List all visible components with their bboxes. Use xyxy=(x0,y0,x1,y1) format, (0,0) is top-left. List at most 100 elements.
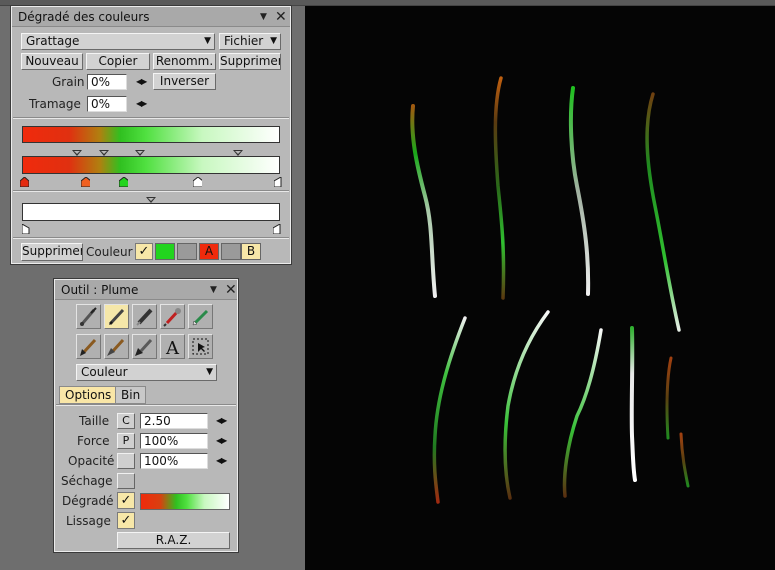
brush-icon xyxy=(80,307,97,326)
halftone-stepper-icon[interactable]: ◀▶ xyxy=(136,99,147,108)
selection-icon xyxy=(192,338,209,355)
gradient-label: Dégradé xyxy=(62,494,114,508)
grain-input[interactable]: 0% xyxy=(87,74,127,90)
opacity-stop-end[interactable] xyxy=(273,224,282,234)
size-stepper-icon[interactable]: ◀▶ xyxy=(216,416,227,425)
rename-button[interactable]: Renomm. xyxy=(153,53,216,70)
tool-panel-titlebar[interactable]: Outil : Plume ▼ ✕ xyxy=(55,280,237,300)
opacity-pressure-button[interactable] xyxy=(117,453,135,469)
text-icon: A xyxy=(165,338,180,359)
chevron-down-icon: ▼ xyxy=(204,36,211,46)
gradient-panel: Dégradé des couleurs ▼ ✕ Grattage ▼ Fich… xyxy=(10,5,292,265)
tab-bin[interactable]: Bin xyxy=(115,386,147,404)
stroke xyxy=(665,356,673,440)
empty-swatch[interactable] xyxy=(177,243,197,260)
opacity-gradient-bar[interactable] xyxy=(22,203,280,221)
drawing-canvas[interactable] xyxy=(305,6,775,570)
delete-stop-button[interactable]: Supprimer xyxy=(21,243,83,261)
brush-tool[interactable] xyxy=(76,304,101,329)
gradient-panel-title: Dégradé des couleurs xyxy=(18,9,150,24)
panel-menu-icon[interactable]: ▼ xyxy=(210,285,217,295)
pencil-icon xyxy=(192,309,209,326)
knife-brush-tool[interactable] xyxy=(132,334,157,359)
tool-mode-select[interactable]: Couleur ▼ xyxy=(76,364,217,381)
divider xyxy=(56,404,236,406)
opacity-stepper-icon[interactable]: ◀▶ xyxy=(216,456,227,465)
selection-tool[interactable] xyxy=(188,334,213,359)
gradient-panel-titlebar[interactable]: Dégradé des couleurs ▼ ✕ xyxy=(12,7,290,27)
force-stepper-icon[interactable]: ◀▶ xyxy=(216,436,227,445)
grain-label: Grain xyxy=(52,75,85,89)
halftone-label: Tramage xyxy=(29,97,81,111)
size-curve-button[interactable]: C xyxy=(117,413,135,429)
airbrush-tool[interactable] xyxy=(160,304,185,329)
stroke xyxy=(503,310,550,500)
stroke xyxy=(629,326,637,482)
tool-panel: Outil : Plume ▼ ✕ A Couleur ▼ Options Bi… xyxy=(53,278,239,553)
color-b-swatch[interactable]: B xyxy=(241,243,261,260)
close-icon[interactable]: ✕ xyxy=(225,283,237,297)
tab-options[interactable]: Options xyxy=(59,386,118,404)
panel-menu-icon[interactable]: ▼ xyxy=(260,12,267,22)
file-menu-label: Fichier xyxy=(224,34,264,48)
gradient-preset-value: Grattage xyxy=(26,34,80,48)
color-stop-green[interactable] xyxy=(119,177,128,187)
size-input[interactable]: 2.50 xyxy=(140,413,208,429)
gradient-checkbox[interactable]: ✓ xyxy=(117,492,135,509)
drying-checkbox[interactable] xyxy=(117,473,135,489)
color-gradient-bar[interactable] xyxy=(22,156,280,174)
opacity-input[interactable]: 100% xyxy=(140,453,208,469)
grain-stepper-icon[interactable]: ◀▶ xyxy=(136,77,147,86)
color-b-label: B xyxy=(246,244,256,258)
force-input[interactable]: 100% xyxy=(140,433,208,449)
color-label: Couleur xyxy=(86,245,133,259)
pen-tool[interactable] xyxy=(104,304,129,329)
chevron-down-icon: ▼ xyxy=(206,367,213,377)
copy-button[interactable]: Copier xyxy=(86,53,150,70)
marker-icon xyxy=(136,308,153,326)
drying-label: Séchage xyxy=(61,474,113,488)
color-stop-end[interactable] xyxy=(274,177,283,187)
stroke xyxy=(493,76,506,300)
color-stop-white[interactable] xyxy=(193,177,202,187)
color-checkbox[interactable]: ✓ xyxy=(135,243,153,260)
smoothing-checkbox[interactable]: ✓ xyxy=(117,512,135,529)
color-a-swatch[interactable]: A xyxy=(199,243,219,260)
stroke xyxy=(679,432,690,488)
new-button[interactable]: Nouveau xyxy=(21,53,83,70)
airbrush-icon xyxy=(163,308,181,327)
text-tool[interactable]: A xyxy=(160,334,185,359)
gradient-swatch[interactable] xyxy=(140,493,230,510)
chevron-down-icon: ▼ xyxy=(270,36,277,46)
color-stop-red[interactable] xyxy=(20,177,29,187)
force-pressure-button[interactable]: P xyxy=(117,433,135,449)
gradient-preset-select[interactable]: Grattage ▼ xyxy=(21,33,215,50)
marker-tool[interactable] xyxy=(132,304,157,329)
canvas-strokes xyxy=(410,76,690,504)
tool-mode-value: Couleur xyxy=(81,365,128,379)
pencil-tool[interactable] xyxy=(188,304,213,329)
stroke xyxy=(410,104,437,298)
stroke xyxy=(568,86,591,296)
empty-swatch[interactable] xyxy=(221,243,241,260)
delete-button[interactable]: Supprimer xyxy=(219,53,281,70)
close-icon[interactable]: ✕ xyxy=(275,10,287,24)
invert-button[interactable]: Inverser xyxy=(153,73,216,90)
pen-icon xyxy=(108,308,125,326)
force-label: Force xyxy=(77,434,110,448)
file-menu-select[interactable]: Fichier ▼ xyxy=(219,33,281,50)
divider xyxy=(13,190,289,192)
divider xyxy=(13,237,289,239)
stroke xyxy=(645,92,681,332)
stroke xyxy=(562,328,603,498)
wide-brush-tool[interactable] xyxy=(76,334,101,359)
reset-button[interactable]: R.A.Z. xyxy=(117,532,230,549)
current-color-swatch[interactable] xyxy=(155,243,175,260)
tool-panel-title: Outil : Plume xyxy=(61,282,139,297)
color-stop-orange[interactable] xyxy=(81,177,90,187)
fan-brush-icon xyxy=(107,338,125,356)
divider xyxy=(13,117,289,119)
opacity-stop-start[interactable] xyxy=(22,224,31,234)
halftone-input[interactable]: 0% xyxy=(87,96,127,112)
fan-brush-tool[interactable] xyxy=(104,334,129,359)
